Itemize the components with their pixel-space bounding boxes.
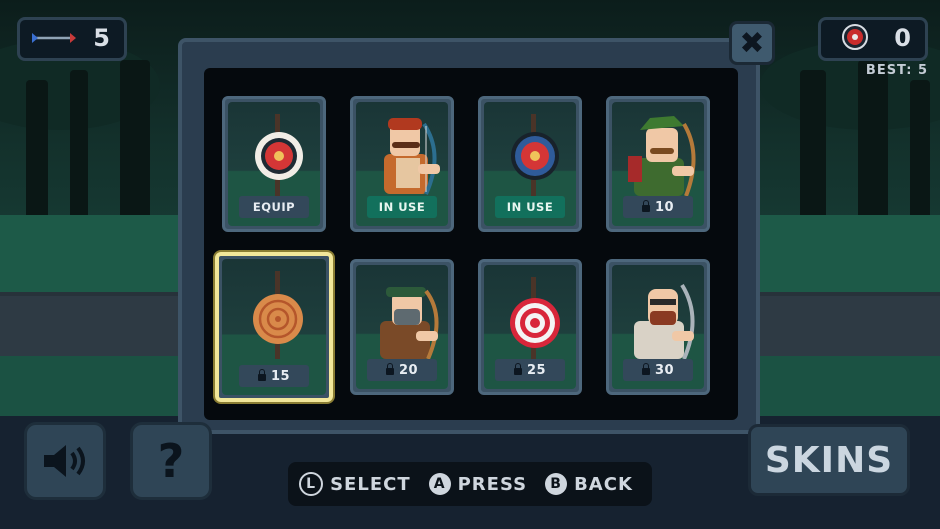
lock-icon xyxy=(257,369,266,381)
controller-hints: L SELECT A PRESS B BACK xyxy=(288,462,652,506)
skin-card-8[interactable]: 30 xyxy=(606,259,710,395)
lock-icon xyxy=(641,363,650,375)
price-tag: 15 xyxy=(239,365,309,387)
back-label: BACK xyxy=(574,473,633,495)
press-hint: A PRESS xyxy=(428,473,528,495)
l-button-icon: L xyxy=(299,472,324,496)
skin-card-1[interactable]: EQUIP xyxy=(222,96,326,232)
lock-icon xyxy=(513,363,522,375)
sound-button[interactable] xyxy=(24,422,106,500)
skin-card-2[interactable]: IN USE xyxy=(350,96,454,232)
lock-icon xyxy=(385,363,394,375)
a-button-icon: A xyxy=(428,473,451,495)
skin-card-3[interactable]: IN USE xyxy=(478,96,582,232)
price-tag: 10 xyxy=(623,196,693,218)
dark-ring-target-icon xyxy=(511,132,559,180)
archer-robin-hood-icon xyxy=(628,116,696,197)
skin-card-5-selected[interactable]: 15 xyxy=(215,252,333,402)
price-tag: 20 xyxy=(367,359,437,381)
b-button-icon: B xyxy=(545,473,568,495)
speaker-icon xyxy=(44,445,85,477)
arrow-icon xyxy=(32,33,76,43)
price-value: 30 xyxy=(654,362,675,378)
arrows-count: 5 xyxy=(93,24,110,52)
score-value: 0 xyxy=(894,24,911,52)
in-use-tag: IN USE xyxy=(367,196,437,218)
score-counter: 0 xyxy=(818,17,928,61)
close-x-icon: ✖ xyxy=(739,25,765,61)
archer-green-hat-icon xyxy=(380,287,439,360)
price-tag: 30 xyxy=(623,359,693,381)
help-label: ? xyxy=(157,434,185,488)
help-button[interactable]: ? xyxy=(130,422,212,500)
lock-icon xyxy=(641,200,650,212)
price-tag: 25 xyxy=(495,359,565,381)
arrows-counter: 5 xyxy=(17,17,127,61)
red-white-target-icon xyxy=(510,298,560,348)
best-score: BEST: 5 xyxy=(865,63,928,78)
skin-card-4[interactable]: 10 xyxy=(606,96,710,232)
skins-button[interactable]: SKINS xyxy=(748,424,910,496)
archer-red-hair-icon xyxy=(384,118,440,195)
press-label: PRESS xyxy=(457,473,528,495)
white-ring-target-icon xyxy=(255,132,303,180)
equip-tag: EQUIP xyxy=(239,196,309,218)
close-button[interactable]: ✖ xyxy=(729,21,775,65)
skin-card-6[interactable]: 20 xyxy=(350,259,454,395)
price-value: 15 xyxy=(270,368,291,384)
price-value: 20 xyxy=(398,362,419,378)
select-label: SELECT xyxy=(330,473,411,495)
in-use-tag: IN USE xyxy=(495,196,565,218)
select-hint: L SELECT xyxy=(299,472,411,496)
wooden-target-icon xyxy=(253,294,303,344)
skin-card-7[interactable]: 25 xyxy=(478,259,582,395)
back-hint: B BACK xyxy=(545,473,633,495)
price-value: 10 xyxy=(654,199,675,215)
target-icon xyxy=(842,24,868,50)
price-value: 25 xyxy=(526,362,547,378)
archer-bald-glasses-icon xyxy=(634,283,695,360)
